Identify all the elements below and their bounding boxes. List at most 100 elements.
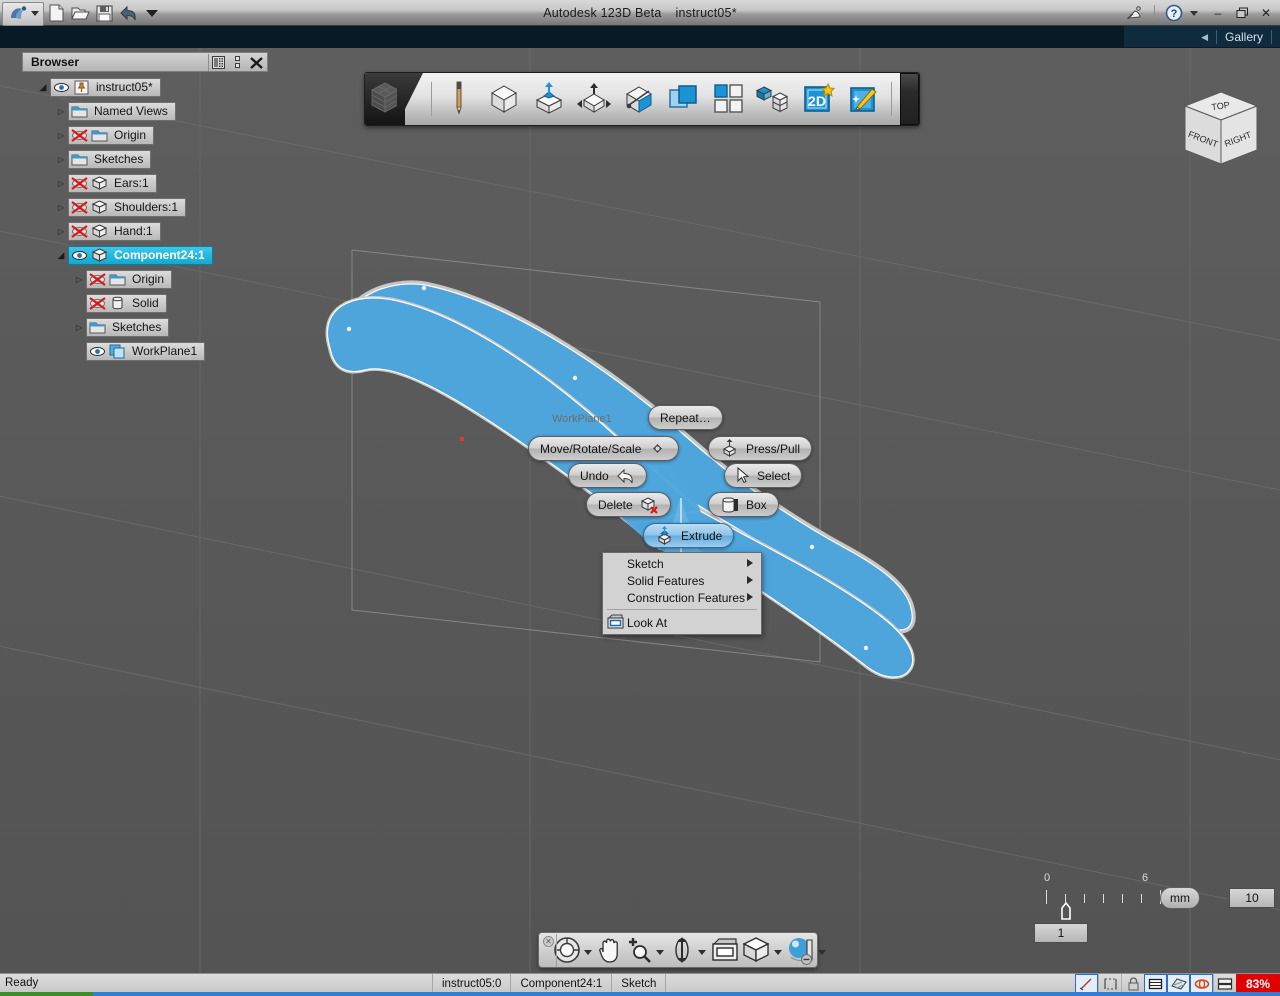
tree-node-chip[interactable]: Solid xyxy=(86,293,167,313)
look-at-button[interactable] xyxy=(711,935,739,965)
tree-node-chip[interactable]: Origin xyxy=(86,269,173,289)
tree-node-chip[interactable]: Ears:1 xyxy=(68,173,157,193)
marking-menu-box-label: Box xyxy=(746,497,767,512)
combine-tool[interactable] xyxy=(665,79,703,119)
view-cube[interactable]: TOP FRONT RIGHT xyxy=(1178,88,1264,176)
tree-node[interactable]: ▷ Shoulders:1 xyxy=(22,197,268,217)
marking-menu-move-rotate-scale[interactable]: Move/Rotate/Scale xyxy=(528,436,680,461)
tree-node[interactable]: ▷ Named Views xyxy=(22,101,268,121)
twisty-collapsed-icon[interactable]: ▷ xyxy=(72,323,86,332)
orbit-button[interactable] xyxy=(669,935,695,965)
tree-node-chip[interactable]: Sketches xyxy=(68,149,152,169)
twisty-collapsed-icon[interactable]: ▷ xyxy=(54,155,68,164)
twisty-collapsed-icon[interactable]: ▷ xyxy=(72,275,86,284)
context-menu-look-at[interactable]: Look At xyxy=(603,613,761,632)
context-menu-construction-features[interactable]: Construction Features xyxy=(603,589,761,606)
tree-node-chip[interactable]: Hand:1 xyxy=(68,221,161,241)
marking-menu-undo[interactable]: Undo xyxy=(568,463,647,488)
tree-node-chip[interactable]: Sketches xyxy=(86,317,170,337)
marking-menu-delete[interactable]: Delete xyxy=(586,492,671,517)
twisty-collapsed-icon[interactable]: ▷ xyxy=(54,203,68,212)
sketch-pencil-tool[interactable] xyxy=(440,79,478,119)
browser-layout-button[interactable] xyxy=(209,54,228,71)
context-menu-solid-features[interactable]: Solid Features xyxy=(603,572,761,589)
tree-node[interactable]: ▷ Origin xyxy=(22,269,268,289)
status-sketch-toggle[interactable] xyxy=(1190,974,1213,993)
status-display-toggle[interactable] xyxy=(1213,974,1236,993)
broadcast-icon[interactable] xyxy=(1123,1,1147,25)
toolbar-overflow-panel[interactable] xyxy=(899,73,919,125)
smart-tool[interactable] xyxy=(845,79,883,119)
tree-node[interactable]: ▷ Sketches xyxy=(22,317,268,337)
tree-node[interactable]: ◢ instruct05* xyxy=(22,77,268,97)
scale-value-field[interactable]: 1 xyxy=(1034,923,1088,943)
help-dropdown-chevron-icon[interactable] xyxy=(1190,10,1198,16)
model-tree[interactable]: ◢ instruct05* ▷ Named Views ▷ Origin ▷ Sketches… xyxy=(22,77,268,361)
marking-menu-press-pull[interactable]: Press/Pull xyxy=(708,436,813,461)
navbar-minimize-button[interactable] xyxy=(800,953,812,965)
status-constraint-toggle[interactable] xyxy=(1098,974,1121,993)
context-menu-sketch[interactable]: Sketch xyxy=(603,555,761,572)
browser-dock-button[interactable] xyxy=(228,54,247,71)
help-button[interactable]: ? xyxy=(1162,1,1186,25)
drawing-2d-tool[interactable]: 2D xyxy=(800,79,838,119)
tree-node[interactable]: ▷ Ears:1 xyxy=(22,173,268,193)
tree-node-chip[interactable]: Named Views xyxy=(68,101,176,121)
tree-node[interactable]: Solid xyxy=(22,293,268,313)
tree-node-chip[interactable]: Origin xyxy=(68,125,155,145)
twisty-collapsed-icon[interactable]: ▷ xyxy=(54,179,68,188)
assemble-tool[interactable] xyxy=(755,79,793,119)
steering-wheel-caret-icon[interactable] xyxy=(584,949,592,955)
restore-button[interactable] xyxy=(1232,4,1252,22)
zoom-button[interactable] xyxy=(625,935,653,965)
tree-node[interactable]: ▷ Hand:1 xyxy=(22,221,268,241)
tree-node[interactable]: ▷ Origin xyxy=(22,125,268,145)
tree-node[interactable]: ▷ Sketches xyxy=(22,149,268,169)
view-cube-button[interactable] xyxy=(741,935,771,965)
minimize-button[interactable]: – xyxy=(1208,4,1228,22)
status-grid-toggle[interactable] xyxy=(1144,974,1167,993)
tree-node-chip[interactable]: Shoulders:1 xyxy=(68,197,187,217)
ruler-slider-handle[interactable] xyxy=(1059,902,1073,920)
navbar-close-button[interactable]: ✕ xyxy=(543,936,554,947)
tree-node-chip[interactable]: WorkPlane1 xyxy=(86,341,206,361)
tree-node-chip[interactable]: instruct05* xyxy=(50,77,161,97)
tree-node[interactable]: WorkPlane1 xyxy=(22,341,268,361)
tree-node[interactable]: ◢ Component24:1 xyxy=(22,245,268,265)
grid-size-field[interactable]: 10 xyxy=(1229,888,1275,908)
orbit-caret-icon[interactable] xyxy=(698,949,706,955)
status-snap-toggle[interactable] xyxy=(1075,974,1098,993)
pan-button[interactable] xyxy=(597,935,623,965)
pattern-tool[interactable] xyxy=(620,79,658,119)
status-lock-toggle[interactable] xyxy=(1121,974,1144,993)
unit-selector[interactable]: mm xyxy=(1160,887,1200,909)
construct-extrude-tool[interactable] xyxy=(530,79,568,119)
primitives-tool[interactable] xyxy=(485,79,523,119)
marking-menu-box[interactable]: Box xyxy=(708,492,779,517)
browser-close-button[interactable] xyxy=(247,54,266,71)
material-caret-icon[interactable] xyxy=(818,949,826,955)
zoom-caret-icon[interactable] xyxy=(656,949,664,955)
view-cube-caret-icon[interactable] xyxy=(774,949,782,955)
tree-node-chip[interactable]: Component24:1 xyxy=(68,245,213,265)
marking-menu-extrude[interactable]: Extrude xyxy=(643,523,735,548)
marking-menu-select[interactable]: Select xyxy=(724,463,803,488)
modify-tool[interactable] xyxy=(575,79,613,119)
context-menu[interactable]: Sketch Solid Features Construction Featu… xyxy=(602,552,762,635)
gallery-tab[interactable]: ◀ Gallery xyxy=(1201,26,1280,48)
gallery-collapse-arrow-icon[interactable]: ◀ xyxy=(1201,32,1208,43)
twisty-expanded-icon[interactable]: ◢ xyxy=(36,82,50,93)
steering-wheel-button[interactable] xyxy=(553,935,581,965)
twisty-collapsed-icon[interactable]: ▷ xyxy=(54,107,68,116)
gallery-label[interactable]: Gallery xyxy=(1225,30,1263,44)
marking-menu-repeat[interactable]: Repeat… xyxy=(648,405,723,430)
123d-cube-logo[interactable] xyxy=(365,73,405,125)
twisty-collapsed-icon[interactable]: ▷ xyxy=(54,131,68,140)
close-button[interactable]: ✕ xyxy=(1256,4,1276,22)
twisty-collapsed-icon[interactable]: ▷ xyxy=(54,227,68,236)
grouping-tool[interactable] xyxy=(710,79,748,119)
ruler-tick xyxy=(1122,894,1123,903)
twisty-expanded-icon[interactable]: ◢ xyxy=(54,250,68,261)
status-plane-toggle[interactable] xyxy=(1167,974,1190,993)
folder-icon xyxy=(71,106,88,117)
